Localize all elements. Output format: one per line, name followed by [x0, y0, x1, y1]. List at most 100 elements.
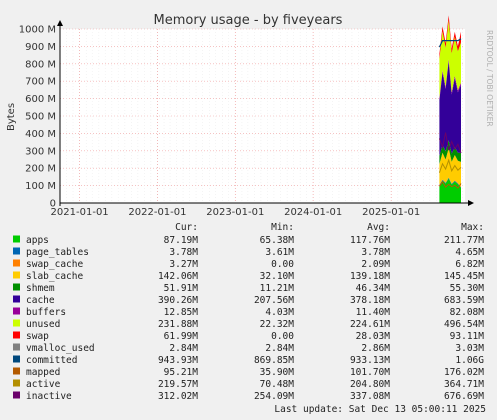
- legend-value-avg: 3.78M: [361, 247, 390, 258]
- y-tick-label: 300 M: [25, 146, 56, 157]
- legend-value-min: 869.85M: [254, 355, 294, 366]
- legend-value-max: 211.77M: [444, 235, 484, 246]
- legend-value-max: 1.06G: [455, 355, 484, 366]
- y-tick-label: 100 M: [25, 181, 56, 192]
- legend-swatch: [13, 331, 20, 339]
- legend-value-max: 4.65M: [455, 247, 484, 258]
- x-tick-label: 2024-01-01: [284, 207, 342, 218]
- legend-value-min: 0.00: [271, 259, 294, 270]
- legend-value-avg: 378.18M: [350, 295, 390, 306]
- legend-value-max: 93.11M: [450, 331, 485, 342]
- legend-value-cur: 95.21M: [164, 367, 199, 378]
- y-axis-label: Bytes: [6, 103, 17, 131]
- legend-value-cur: 390.26M: [158, 295, 198, 306]
- legend-series-name: shmem: [26, 283, 55, 294]
- y-tick-label: 500 M: [25, 112, 56, 123]
- legend-value-max: 364.71M: [444, 379, 484, 390]
- legend-swatch: [13, 367, 20, 375]
- legend-value-avg: 46.34M: [356, 283, 391, 294]
- legend-series-name: vmalloc_used: [26, 343, 95, 354]
- legend-value-min: 22.32M: [260, 319, 295, 330]
- legend-value-max: 3.03M: [455, 343, 484, 354]
- legend-value-min: 65.38M: [260, 235, 295, 246]
- legend-value-avg: 204.80M: [350, 379, 390, 390]
- legend-value-min: 11.21M: [260, 283, 295, 294]
- legend-series-name: buffers: [26, 307, 66, 318]
- legend-value-min: 70.48M: [260, 379, 295, 390]
- legend-value-max: 82.08M: [450, 307, 485, 318]
- legend-value-max: 6.82M: [455, 259, 484, 270]
- legend-value-max: 55.30M: [450, 283, 485, 294]
- legend-value-avg: 337.08M: [350, 391, 390, 402]
- x-tick-label: 2023-01-01: [206, 207, 264, 218]
- legend-header-cur: Cur:: [175, 222, 198, 233]
- chart-title: Memory usage - by fiveyears: [154, 13, 343, 28]
- legend-value-cur: 51.91M: [164, 283, 199, 294]
- legend-value-min: 2.84M: [265, 343, 294, 354]
- legend-header-max: Max:: [461, 222, 484, 233]
- legend-swatch: [13, 379, 20, 387]
- legend-value-cur: 2.84M: [169, 343, 198, 354]
- y-tick-label: 1000 M: [19, 25, 56, 36]
- legend-value-min: 4.03M: [265, 307, 294, 318]
- legend-swatch: [13, 247, 20, 255]
- legend-value-min: 207.56M: [254, 295, 294, 306]
- legend-swatch: [13, 307, 20, 315]
- legend-series-name: committed: [26, 355, 77, 366]
- legend-series-name: swap: [26, 331, 49, 342]
- last-update: Last update: Sat Dec 13 05:00:11 2025: [274, 404, 486, 415]
- legend-swatch: [13, 271, 20, 279]
- legend-value-max: 676.69M: [444, 391, 484, 402]
- legend-series-name: active: [26, 379, 61, 390]
- legend-value-max: 683.59M: [444, 295, 484, 306]
- legend-swatch: [13, 283, 20, 291]
- legend-value-min: 35.90M: [260, 367, 295, 378]
- legend-value-cur: 12.85M: [164, 307, 199, 318]
- y-tick-label: 700 M: [25, 77, 56, 88]
- legend-value-max: 176.02M: [444, 367, 484, 378]
- legend-value-min: 0.00: [271, 331, 294, 342]
- legend-value-avg: 28.03M: [356, 331, 391, 342]
- legend-value-avg: 2.86M: [361, 343, 390, 354]
- legend-value-avg: 139.18M: [350, 271, 390, 282]
- legend-value-cur: 219.57M: [158, 379, 198, 390]
- memory-chart: Memory usage - by fiveyears Bytes RRDTOO…: [0, 0, 497, 420]
- y-tick-label: 200 M: [25, 164, 56, 175]
- legend-value-cur: 231.88M: [158, 319, 198, 330]
- x-tick-label: 2022-01-01: [128, 207, 186, 218]
- legend-value-cur: 312.02M: [158, 391, 198, 402]
- y-tick-label: 900 M: [25, 42, 56, 53]
- legend-series-name: slab_cache: [26, 271, 83, 282]
- legend-value-avg: 224.61M: [350, 319, 390, 330]
- legend-value-cur: 61.99M: [164, 331, 199, 342]
- legend-series-name: cache: [26, 295, 55, 306]
- legend-value-cur: 142.06M: [158, 271, 198, 282]
- legend-value-cur: 87.19M: [164, 235, 199, 246]
- legend-swatch: [13, 391, 20, 399]
- y-tick-label: 800 M: [25, 59, 56, 70]
- legend-value-min: 254.09M: [254, 391, 294, 402]
- legend-series-name: apps: [26, 235, 49, 246]
- legend-series-name: mapped: [26, 367, 60, 378]
- x-tick-label: 2025-01-01: [362, 207, 420, 218]
- legend-series-name: inactive: [26, 391, 72, 402]
- legend-header-avg: Avg:: [367, 222, 390, 233]
- legend-value-avg: 101.70M: [350, 367, 390, 378]
- legend-value-avg: 933.13M: [350, 355, 390, 366]
- legend-series-name: page_tables: [26, 247, 89, 258]
- legend-value-max: 145.45M: [444, 271, 484, 282]
- legend-header-min: Min:: [271, 222, 294, 233]
- legend-value-min: 3.61M: [265, 247, 294, 258]
- legend-value-cur: 943.93M: [158, 355, 198, 366]
- legend-value-max: 496.54M: [444, 319, 484, 330]
- y-tick-label: 600 M: [25, 94, 56, 105]
- legend-swatch: [13, 343, 20, 351]
- legend-value-cur: 3.78M: [169, 247, 198, 258]
- legend-swatch: [13, 355, 20, 363]
- y-tick-label: 400 M: [25, 129, 56, 140]
- legend-value-avg: 11.40M: [356, 307, 391, 318]
- legend-value-cur: 3.27M: [169, 259, 198, 270]
- legend-value-avg: 2.09M: [361, 259, 390, 270]
- legend-series-name: unused: [26, 319, 60, 330]
- legend-value-min: 32.10M: [260, 271, 295, 282]
